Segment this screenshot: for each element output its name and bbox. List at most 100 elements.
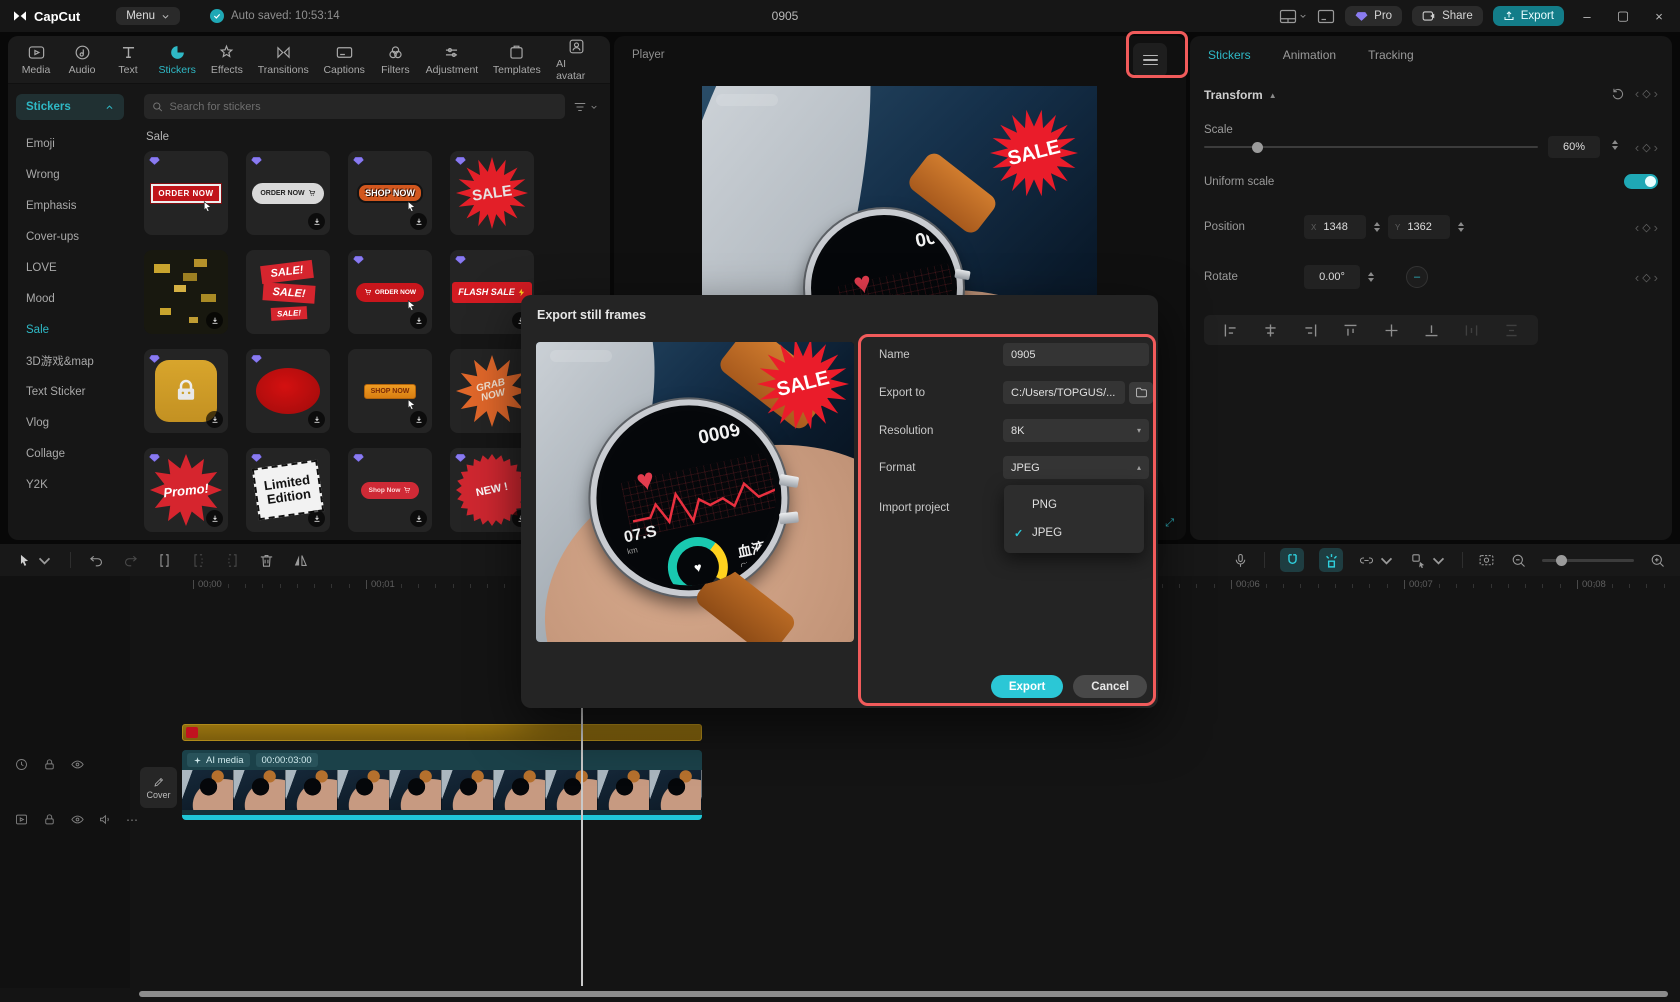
- sticker-tile[interactable]: SALE: [450, 151, 534, 235]
- download-icon[interactable]: [206, 312, 223, 329]
- download-icon[interactable]: [410, 510, 427, 527]
- scale-stepper[interactable]: [1612, 140, 1618, 150]
- sticker-track-clip[interactable]: [182, 724, 702, 741]
- maximize-button[interactable]: ▢: [1610, 8, 1636, 24]
- category-sale[interactable]: Sale: [16, 314, 138, 345]
- tab-animation[interactable]: Animation: [1283, 48, 1336, 62]
- download-icon[interactable]: [308, 411, 325, 428]
- align-middle-icon[interactable]: [1383, 322, 1400, 339]
- timeline-zoom-slider[interactable]: [1542, 559, 1634, 562]
- ribbon-item-stickers[interactable]: Stickers: [152, 40, 202, 79]
- ribbon-item-audio[interactable]: Audio: [60, 40, 104, 79]
- sticker-search[interactable]: [144, 94, 565, 119]
- keyframe-control[interactable]: ‹◇›: [1635, 86, 1658, 101]
- download-icon[interactable]: [410, 411, 427, 428]
- position-y-stepper[interactable]: [1458, 222, 1464, 232]
- category-wrong[interactable]: Wrong: [16, 159, 138, 190]
- sticker-tile[interactable]: LimitedEdition: [246, 448, 330, 532]
- rotate-stepper[interactable]: [1368, 272, 1374, 282]
- lock-icon[interactable]: [42, 757, 57, 772]
- category-love[interactable]: LOVE: [16, 252, 138, 283]
- ribbon-item-captions[interactable]: Captions: [317, 40, 371, 79]
- eye-icon[interactable]: [70, 757, 85, 772]
- lock-icon[interactable]: [42, 812, 57, 827]
- search-input[interactable]: [169, 101, 557, 113]
- ribbon-item-text[interactable]: Text: [106, 40, 150, 79]
- player-menu-button[interactable]: [1133, 43, 1167, 77]
- expand-icon[interactable]: ⤢: [1165, 517, 1174, 530]
- magnet-snap-toggle[interactable]: [1280, 548, 1304, 572]
- delete-button[interactable]: [258, 552, 275, 569]
- sort-filter-icon[interactable]: [573, 101, 598, 113]
- download-icon[interactable]: [410, 213, 427, 230]
- minimize-button[interactable]: –: [1574, 9, 1600, 24]
- transform-section-header[interactable]: Transform▲: [1204, 88, 1658, 102]
- format-option-jpeg[interactable]: ✓JPEG: [1004, 519, 1144, 547]
- format-option-png[interactable]: PNG: [1004, 491, 1144, 519]
- preview-zoom-icon[interactable]: [1478, 552, 1495, 569]
- category-mood[interactable]: Mood: [16, 283, 138, 314]
- select-tool[interactable]: [16, 552, 53, 569]
- ribbon-item-transitions[interactable]: Transitions: [251, 40, 315, 79]
- export-path-field[interactable]: C:/Users/TOPGUS/...: [1003, 381, 1125, 404]
- scale-keyframe[interactable]: ‹◇›: [1635, 140, 1658, 155]
- timeline-zoom-knob[interactable]: [1556, 555, 1567, 566]
- sticker-tile[interactable]: ORDER NOW: [246, 151, 330, 235]
- category-text-sticker[interactable]: Text Sticker: [16, 376, 138, 407]
- split-right-tool[interactable]: [224, 552, 241, 569]
- ribbon-item-filters[interactable]: Filters: [373, 40, 417, 79]
- dialog-cancel-button[interactable]: Cancel: [1073, 675, 1147, 698]
- cover-button[interactable]: Cover: [140, 767, 177, 808]
- media-track-icon[interactable]: [14, 812, 29, 827]
- zoom-out-icon[interactable]: [1510, 552, 1527, 569]
- redo-button[interactable]: [122, 552, 139, 569]
- eye-icon[interactable]: [70, 812, 85, 827]
- align-left-icon[interactable]: [1222, 322, 1239, 339]
- position-y-field[interactable]: Y 1362: [1388, 215, 1450, 239]
- align-right-icon[interactable]: [1302, 322, 1319, 339]
- export-button[interactable]: Export: [1493, 6, 1564, 26]
- split-left-tool[interactable]: [190, 552, 207, 569]
- sticker-tile[interactable]: SALE!SALE!SALE!: [246, 250, 330, 334]
- rotate-knob[interactable]: –: [1406, 266, 1428, 288]
- sticker-tile[interactable]: Shop Now: [348, 448, 432, 532]
- rotate-keyframe[interactable]: ‹◇›: [1635, 270, 1658, 285]
- ribbon-item-effects[interactable]: Effects: [204, 40, 249, 79]
- stickers-dropdown-header[interactable]: Stickers: [16, 94, 124, 120]
- pro-badge[interactable]: Pro: [1345, 6, 1402, 26]
- uniform-scale-toggle[interactable]: [1624, 174, 1658, 189]
- align-center-h-icon[interactable]: [1262, 322, 1279, 339]
- align-bottom-icon[interactable]: [1423, 322, 1440, 339]
- align-top-icon[interactable]: [1342, 322, 1359, 339]
- category-collage[interactable]: Collage: [16, 438, 138, 469]
- menu-button[interactable]: Menu: [116, 7, 180, 25]
- reset-icon[interactable]: [1611, 87, 1625, 101]
- close-button[interactable]: ×: [1646, 9, 1672, 24]
- download-icon[interactable]: [206, 411, 223, 428]
- video-clip[interactable]: AI media 00:00:03:00: [182, 750, 702, 820]
- scale-slider-knob[interactable]: [1252, 142, 1263, 153]
- voiceover-mic-icon[interactable]: [1232, 552, 1249, 569]
- download-icon[interactable]: [308, 510, 325, 527]
- scale-slider[interactable]: [1204, 146, 1538, 148]
- link-tool[interactable]: [1358, 552, 1395, 569]
- sticker-tile[interactable]: ORDER NOW: [348, 250, 432, 334]
- category-vlog[interactable]: Vlog: [16, 407, 138, 438]
- download-icon[interactable]: [308, 213, 325, 230]
- sticker-tile[interactable]: [246, 349, 330, 433]
- split-tool[interactable]: [156, 552, 173, 569]
- format-select[interactable]: JPEG▴: [1003, 456, 1149, 479]
- sale-sticker[interactable]: SALE: [990, 109, 1078, 197]
- sticker-tile[interactable]: SHOP NOW: [348, 349, 432, 433]
- ribbon-item-templates[interactable]: Templates: [487, 40, 548, 79]
- undo-button[interactable]: [88, 552, 105, 569]
- share-button[interactable]: Share: [1412, 6, 1483, 26]
- position-x-field[interactable]: X 1348: [1304, 215, 1366, 239]
- dialog-export-button[interactable]: Export: [991, 675, 1063, 698]
- panel-toggle-icon[interactable]: [1317, 9, 1335, 24]
- scale-value[interactable]: 60%: [1548, 136, 1600, 158]
- position-keyframe[interactable]: ‹◇›: [1635, 220, 1658, 235]
- ribbon-item-media[interactable]: Media: [14, 40, 58, 79]
- name-field[interactable]: [1003, 343, 1149, 366]
- mute-speaker-icon[interactable]: [98, 812, 113, 827]
